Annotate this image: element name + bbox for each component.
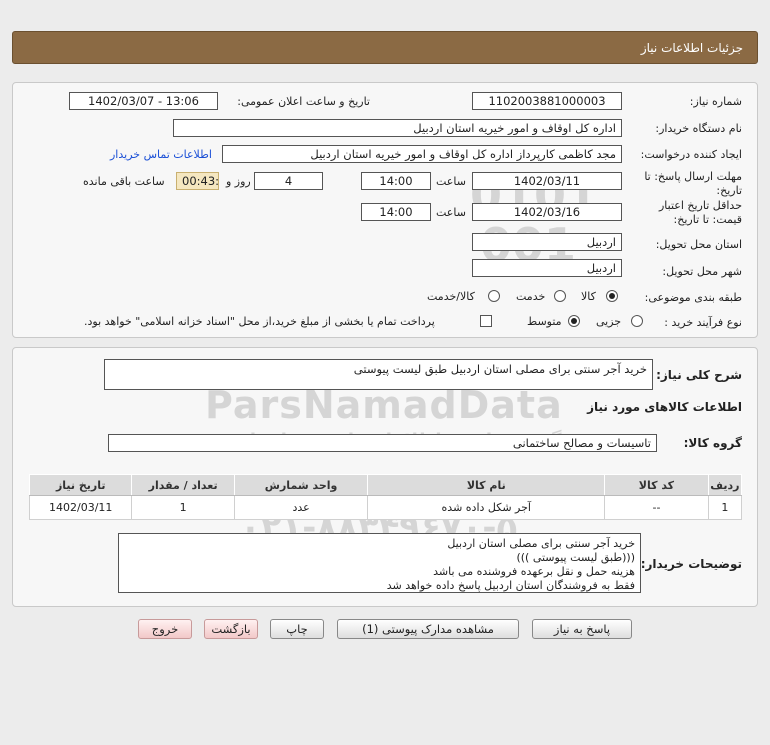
remaining-time-label: ساعت باقی مانده — [83, 175, 165, 188]
announce-datetime-label: تاریخ و ساعت اعلان عمومی: — [237, 95, 370, 108]
reply-to-need-button[interactable]: پاسخ به نیاز — [532, 619, 632, 639]
need-number-label: شماره نیاز: — [689, 95, 742, 108]
goods-table: ردیف کد کالا نام کالا واحد شمارش تعداد /… — [28, 474, 743, 520]
view-attachments-button[interactable]: مشاهده مدارک پیوستی (1) — [337, 619, 519, 639]
buyer-notes-line: (((طبق لیست پیوستی ))) — [516, 551, 635, 564]
cell-unit: عدد — [233, 495, 369, 520]
validity-date-field: 1402/03/16 — [472, 203, 622, 221]
category-radio-goods-service[interactable] — [488, 290, 500, 302]
process-radio-medium[interactable] — [568, 315, 580, 327]
province-field: اردبیل — [472, 233, 622, 251]
category-label: طبقه بندی موضوعی: — [644, 291, 742, 304]
buyer-notes-line: فقط به فروشندگان استان اردبیل پاسخ داده … — [386, 579, 635, 592]
category-radio-service[interactable] — [554, 290, 566, 302]
remaining-time-field: 00:43:19 — [176, 172, 219, 190]
validity-label-text: حداقل تاریخ اعتبار قیمت: تا تاریخ: — [658, 199, 742, 226]
buyer-notes-label: توضیحات خریدار: — [640, 557, 742, 571]
days-and-label: روز و — [226, 175, 251, 188]
reply-time-field: 14:00 — [361, 172, 431, 190]
category-radio-goods[interactable] — [606, 290, 618, 302]
buyer-notes-box: خرید آجر سنتی برای مصلی استان اردبیل (((… — [118, 533, 641, 593]
col-header-row-number: ردیف — [707, 474, 743, 496]
cell-item-code: -- — [604, 495, 709, 520]
days-remaining-field: 4 — [254, 172, 323, 190]
need-number-field: 1102003881000003 — [472, 92, 622, 110]
process-label: نوع فرآیند خرید : — [664, 316, 742, 329]
col-header-item-name: نام کالا — [367, 474, 606, 496]
col-header-need-date: تاریخ نیاز — [28, 474, 133, 496]
cell-quantity: 1 — [131, 495, 235, 520]
page-title: جزئیات اطلاعات نیاز — [640, 40, 743, 55]
treasury-payment-note: پرداخت تمام یا بخشی از مبلغ خرید،از محل … — [84, 315, 435, 328]
col-header-item-code: کد کالا — [604, 474, 709, 496]
goods-table-header-row: ردیف کد کالا نام کالا واحد شمارش تعداد /… — [28, 474, 743, 496]
page-header: جزئیات اطلاعات نیاز — [12, 31, 758, 64]
buyer-org-field: اداره کل اوقاف و امور خیریه استان اردبیل — [173, 119, 622, 137]
validity-time-field: 14:00 — [361, 203, 431, 221]
goods-group-field: تاسیسات و مصالح ساختمانی — [108, 434, 657, 452]
table-row: 1 -- آجر شکل داده شده عدد 1 1402/03/11 — [28, 495, 743, 520]
creator-label: ایجاد کننده درخواست: — [640, 148, 742, 161]
cell-row-number: 1 — [707, 495, 743, 520]
cell-item-name: آجر شکل داده شده — [367, 495, 606, 520]
reply-deadline-label: مهلت ارسال پاسخ: تا تاریخ: — [632, 170, 742, 198]
back-button[interactable]: بازگشت — [204, 619, 258, 639]
buyer-notes-line: هزینه حمل و نقل برعهده فروشنده می باشد — [433, 565, 635, 578]
contact-buyer-link[interactable]: اطلاعات تماس خریدار — [110, 148, 212, 161]
exit-button[interactable]: خروج — [138, 619, 192, 639]
validity-label: حداقل تاریخ اعتبار قیمت: تا تاریخ: — [632, 199, 742, 227]
goods-info-title: اطلاعات کالاهای مورد نیاز — [587, 400, 742, 414]
city-field: اردبیل — [472, 259, 622, 277]
treasury-payment-checkbox[interactable] — [480, 315, 492, 327]
process-option-medium: متوسط — [527, 315, 562, 328]
reply-time-word: ساعت — [436, 175, 466, 188]
reply-deadline-label-text: مهلت ارسال پاسخ: تا تاریخ: — [644, 170, 742, 197]
col-header-unit: واحد شمارش — [233, 474, 369, 496]
summary-field: خرید آجر سنتی برای مصلی استان اردبیل طبق… — [104, 359, 653, 390]
goods-group-label: گروه کالا: — [683, 436, 742, 450]
creator-field: مجد کاظمی کارپرداز اداره کل اوقاف و امور… — [222, 145, 622, 163]
reply-date-field: 1402/03/11 — [472, 172, 622, 190]
validity-time-word: ساعت — [436, 206, 466, 219]
cell-need-date: 1402/03/11 — [28, 495, 133, 520]
print-button[interactable]: چاپ — [270, 619, 324, 639]
process-radio-minor[interactable] — [631, 315, 643, 327]
col-header-quantity: تعداد / مقدار — [131, 474, 235, 496]
category-option-goods: کالا — [581, 290, 596, 303]
category-option-service: خدمت — [516, 290, 546, 303]
buyer-notes-line: خرید آجر سنتی برای مصلی استان اردبیل — [447, 537, 635, 550]
announce-datetime-field: 1402/03/07 - 13:06 — [69, 92, 218, 110]
city-label: شهر محل تحویل: — [662, 265, 742, 278]
province-label: استان محل تحویل: — [655, 238, 742, 251]
category-option-goods-service: کالا/خدمت — [427, 290, 475, 303]
summary-label: شرح کلی نیاز: — [656, 368, 742, 382]
process-option-minor: جزیی — [596, 315, 622, 328]
buyer-org-label: نام دستگاه خریدار: — [655, 122, 742, 135]
